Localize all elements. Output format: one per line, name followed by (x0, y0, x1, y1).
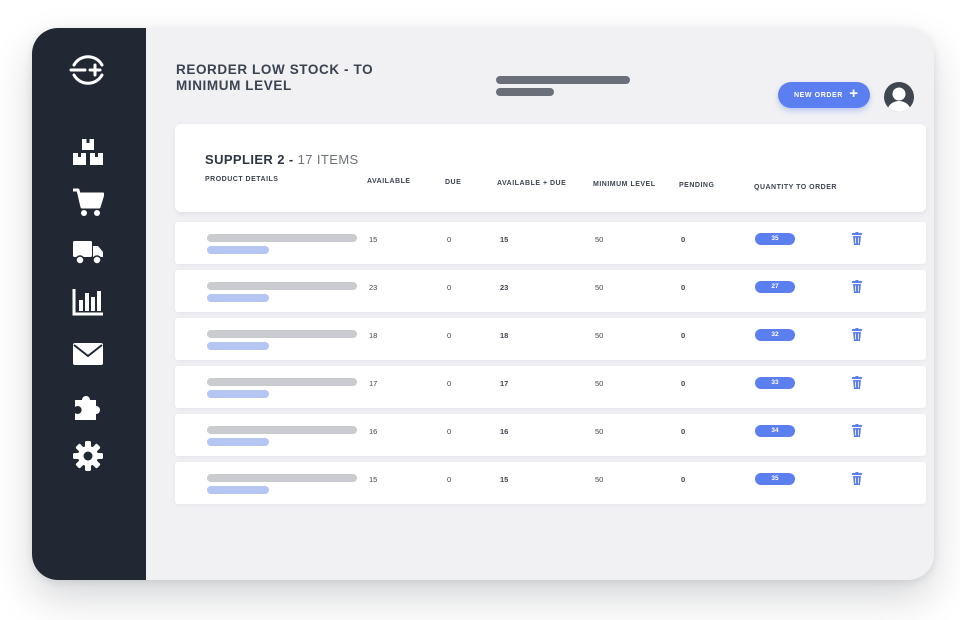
sidebar-item-messages[interactable] (70, 338, 106, 370)
due-cell: 0 (447, 235, 452, 244)
table-row[interactable]: 16 0 16 50 0 34 (175, 414, 926, 456)
puzzle-icon (75, 396, 100, 420)
minimum-level-cell: 50 (595, 379, 604, 388)
pending-cell: 0 (681, 331, 686, 340)
trash-icon[interactable] (852, 424, 862, 437)
product-name-placeholder (207, 426, 357, 434)
product-detail-placeholder (207, 342, 269, 350)
available-due-cell: 17 (500, 379, 509, 388)
trash-icon[interactable] (852, 472, 862, 485)
sidebar-item-inventory[interactable] (70, 136, 106, 168)
pending-cell: 0 (681, 379, 686, 388)
supplier-name: SUPPLIER 2 - (205, 152, 294, 167)
due-cell: 0 (447, 379, 452, 388)
app-window: REORDER LOW STOCK - TO MINIMUM LEVEL NEW… (32, 28, 934, 580)
sidebar (32, 28, 146, 580)
trash-icon[interactable] (852, 328, 862, 341)
due-cell: 0 (447, 283, 452, 292)
bar-chart-icon (72, 289, 103, 316)
pending-cell: 0 (681, 475, 686, 484)
supplier-title: SUPPLIER 2 - 17 ITEMS (205, 152, 359, 167)
new-order-label: NEW ORDER (794, 91, 843, 99)
exchange-plus-logo[interactable] (68, 50, 108, 90)
trash-icon[interactable] (852, 376, 862, 389)
gear-icon (73, 441, 103, 471)
product-detail-placeholder (207, 390, 269, 398)
pending-cell: 0 (681, 427, 686, 436)
quantity-to-order-badge[interactable]: 34 (755, 425, 795, 437)
column-header-due: DUE (445, 179, 462, 186)
minimum-level-cell: 50 (595, 331, 604, 340)
quantity-to-order-badge[interactable]: 35 (755, 233, 795, 245)
cart-icon (73, 188, 104, 216)
truck-icon (73, 241, 103, 265)
table-row[interactable]: 17 0 17 50 0 33 (175, 366, 926, 408)
sidebar-item-shipping[interactable] (70, 236, 106, 268)
quantity-to-order-badge[interactable]: 35 (755, 473, 795, 485)
minimum-level-cell: 50 (595, 283, 604, 292)
avatar[interactable] (884, 82, 914, 112)
plus-icon: + (849, 85, 858, 102)
sidebar-item-reports[interactable] (70, 286, 106, 318)
minimum-level-cell: 50 (595, 475, 604, 484)
column-header-available-due: AVAILABLE + DUE (497, 180, 567, 187)
due-cell: 0 (447, 427, 452, 436)
sidebar-item-settings[interactable] (70, 440, 106, 472)
product-name-placeholder (207, 474, 357, 482)
available-due-cell: 16 (500, 427, 509, 436)
table-row[interactable]: 23 0 23 50 0 27 (175, 270, 926, 312)
placeholder-bar (496, 88, 554, 96)
available-cell: 15 (369, 235, 378, 244)
trash-icon[interactable] (852, 280, 862, 293)
available-due-cell: 15 (500, 235, 509, 244)
available-cell: 17 (369, 379, 378, 388)
due-cell: 0 (447, 475, 452, 484)
available-due-cell: 23 (500, 283, 509, 292)
quantity-to-order-badge[interactable]: 33 (755, 377, 795, 389)
mail-icon (73, 343, 103, 365)
product-detail-placeholder (207, 438, 269, 446)
available-due-cell: 15 (500, 475, 509, 484)
placeholder-bar (496, 76, 630, 84)
product-name-placeholder (207, 282, 357, 290)
quantity-to-order-badge[interactable]: 32 (755, 329, 795, 341)
product-detail-placeholder (207, 246, 269, 254)
available-cell: 16 (369, 427, 378, 436)
available-cell: 18 (369, 331, 378, 340)
supplier-item-count: 17 ITEMS (297, 152, 359, 167)
new-order-button[interactable]: NEW ORDER + (778, 82, 870, 108)
available-cell: 15 (369, 475, 378, 484)
product-detail-placeholder (207, 486, 269, 494)
pending-cell: 0 (681, 283, 686, 292)
table-row[interactable]: 15 0 15 50 0 35 (175, 462, 926, 504)
table-row[interactable]: 15 0 15 50 0 35 (175, 222, 926, 264)
product-detail-placeholder (207, 294, 269, 302)
available-due-cell: 18 (500, 331, 509, 340)
column-header-minimum-level: MINIMUM LEVEL (593, 181, 656, 188)
due-cell: 0 (447, 331, 452, 340)
column-header-available: AVAILABLE (367, 178, 411, 185)
column-header-pending: PENDING (679, 182, 715, 189)
boxes-icon (73, 139, 103, 165)
sidebar-item-orders[interactable] (70, 186, 106, 218)
quantity-to-order-badge[interactable]: 27 (755, 281, 795, 293)
main-content: REORDER LOW STOCK - TO MINIMUM LEVEL NEW… (146, 28, 934, 580)
column-header-quantity-to-order: QUANTITY TO ORDER (754, 184, 837, 191)
supplier-header: SUPPLIER 2 - 17 ITEMS PRODUCT DETAILS AV… (175, 124, 926, 212)
sidebar-item-integrations[interactable] (70, 390, 106, 422)
minimum-level-cell: 50 (595, 427, 604, 436)
product-name-placeholder (207, 330, 357, 338)
table-row[interactable]: 18 0 18 50 0 32 (175, 318, 926, 360)
page-title: REORDER LOW STOCK - TO MINIMUM LEVEL (176, 62, 374, 93)
trash-icon[interactable] (852, 232, 862, 245)
stage: REORDER LOW STOCK - TO MINIMUM LEVEL NEW… (0, 0, 960, 620)
column-header-product: PRODUCT DETAILS (205, 176, 279, 183)
product-name-placeholder (207, 378, 357, 386)
minimum-level-cell: 50 (595, 235, 604, 244)
product-name-placeholder (207, 234, 357, 242)
pending-cell: 0 (681, 235, 686, 244)
available-cell: 23 (369, 283, 378, 292)
